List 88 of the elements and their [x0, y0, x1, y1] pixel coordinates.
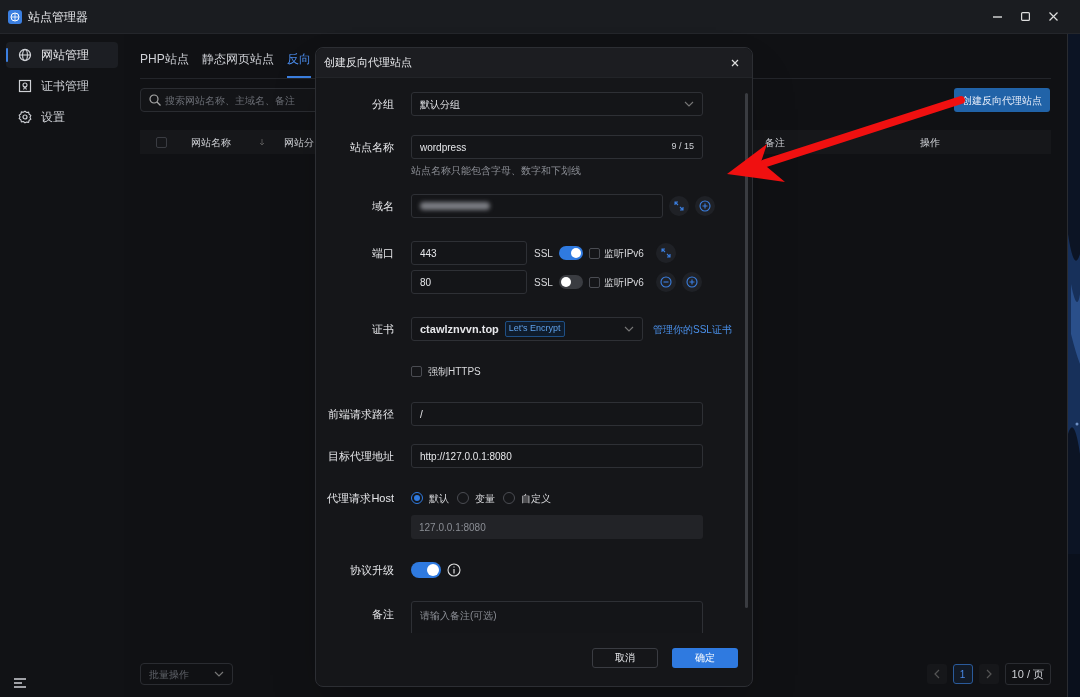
port-field[interactable]: 443: [411, 241, 527, 265]
globe-icon: [18, 48, 32, 62]
page-size-dropdown[interactable]: 10 / 页: [1004, 663, 1051, 685]
sidebar-item[interactable]: 证书管理: [6, 73, 118, 99]
menu-icon: [13, 677, 27, 689]
ssl-link[interactable]: 管理你的SSL证书: [653, 321, 732, 337]
radio-label: 自定义: [521, 491, 551, 506]
port-field[interactable]: 80: [411, 270, 527, 294]
field-label: 目标代理地址: [328, 449, 394, 462]
ok-button[interactable]: 确定: [672, 647, 738, 668]
chevron-right-icon: [985, 669, 992, 679]
tab[interactable]: PHP站点: [140, 50, 189, 78]
toggle-switch[interactable]: [411, 562, 441, 578]
field-label: 端口: [372, 246, 394, 259]
checkbox[interactable]: [411, 365, 422, 377]
tab[interactable]: 静态网页站点: [201, 50, 274, 78]
certificate-dropdown[interactable]: ctawlznvvn.top Let's Encrypt: [411, 317, 643, 341]
tab[interactable]: 反向: [286, 50, 311, 78]
scrollbar[interactable]: [745, 93, 748, 608]
field-label: 代理请求Host: [327, 491, 394, 504]
field-label: 证书: [372, 322, 394, 335]
field-label: 站点名称: [350, 140, 394, 153]
certificate-icon: [18, 79, 32, 93]
maximize-icon: [1020, 12, 1030, 21]
sidebar-item[interactable]: 网站管理: [6, 42, 118, 68]
column-header: 网站分: [284, 135, 315, 150]
info-icon: [447, 563, 461, 577]
dropdown-value: ctawlznvvn.top: [420, 321, 499, 337]
field-label: 分组: [372, 97, 394, 110]
group-dropdown[interactable]: 默认分组: [411, 92, 703, 116]
redaction-blur: [420, 202, 490, 210]
menu-button[interactable]: [12, 675, 28, 691]
chevron-down-icon: [684, 101, 694, 107]
toggle-switch[interactable]: [558, 246, 583, 260]
sidebar-item[interactable]: 设置: [6, 104, 118, 130]
search-icon: [149, 94, 161, 106]
dialog-title: 创建反向代理站点: [324, 55, 412, 71]
target-field[interactable]: http://127.0.0.1:8080: [411, 444, 703, 468]
gear-icon: [18, 110, 32, 124]
add-button[interactable]: [681, 272, 702, 292]
cancel-button[interactable]: 取消: [592, 647, 658, 668]
expand-button[interactable]: [655, 243, 676, 263]
page-button[interactable]: 1: [952, 664, 973, 684]
ssl-label: SSL: [534, 246, 553, 261]
expand-icon: [658, 246, 673, 260]
field-label: 协议升级: [350, 563, 394, 576]
close-icon: [731, 58, 739, 67]
chevron-left-icon: [933, 669, 940, 679]
plus-icon: [684, 275, 699, 289]
radio-label: 变量: [475, 491, 495, 506]
host-field[interactable]: 127.0.0.1:8080: [411, 515, 703, 539]
chevron-down-icon: [214, 671, 224, 677]
plus-icon: [698, 199, 712, 213]
dropdown-value: 默认分组: [420, 97, 460, 112]
field-label: 域名: [372, 199, 394, 212]
toggle-switch[interactable]: [558, 275, 583, 289]
close-icon: [1048, 12, 1058, 21]
expand-icon: [672, 199, 686, 213]
minus-icon: [658, 275, 673, 289]
column-header: 操作: [920, 135, 941, 150]
note-field[interactable]: 请输入备注(可选): [411, 601, 703, 633]
domain-field[interactable]: [411, 194, 663, 218]
remove-button[interactable]: [655, 272, 676, 292]
ipv6-label: 监听IPv6: [603, 275, 644, 290]
hint-text: 站点名称只能包含字母、数字和下划线: [411, 163, 581, 178]
column-header: 网站名称: [191, 135, 232, 150]
window-title: 站点管理器: [28, 8, 88, 26]
minimize-icon: [992, 15, 1002, 18]
checkbox-label: 强制HTTPS: [428, 364, 481, 379]
column-header: 备注: [765, 135, 786, 150]
certificate-tag: Let's Encrypt: [504, 321, 565, 337]
site-name-field[interactable]: wordpress 9 / 15: [411, 135, 703, 159]
app-logo-icon: [8, 9, 22, 24]
batch-placeholder: 批量操作: [149, 667, 189, 682]
ipv6-label: 监听IPv6: [603, 246, 644, 261]
sort-icon: [258, 138, 266, 146]
radio-label: 默认: [429, 491, 449, 506]
expand-button[interactable]: [669, 196, 689, 216]
ssl-label: SSL: [534, 275, 553, 290]
path-field[interactable]: /: [411, 402, 703, 426]
field-label: 备注: [372, 608, 394, 620]
checkbox[interactable]: [588, 276, 600, 288]
field-label: 前端请求路径: [328, 407, 394, 420]
chevron-down-icon: [624, 326, 634, 332]
add-button[interactable]: [695, 196, 715, 216]
checkbox[interactable]: [588, 247, 600, 259]
character-count: 9 / 15: [671, 140, 694, 154]
select-all-checkbox[interactable]: [156, 136, 167, 148]
